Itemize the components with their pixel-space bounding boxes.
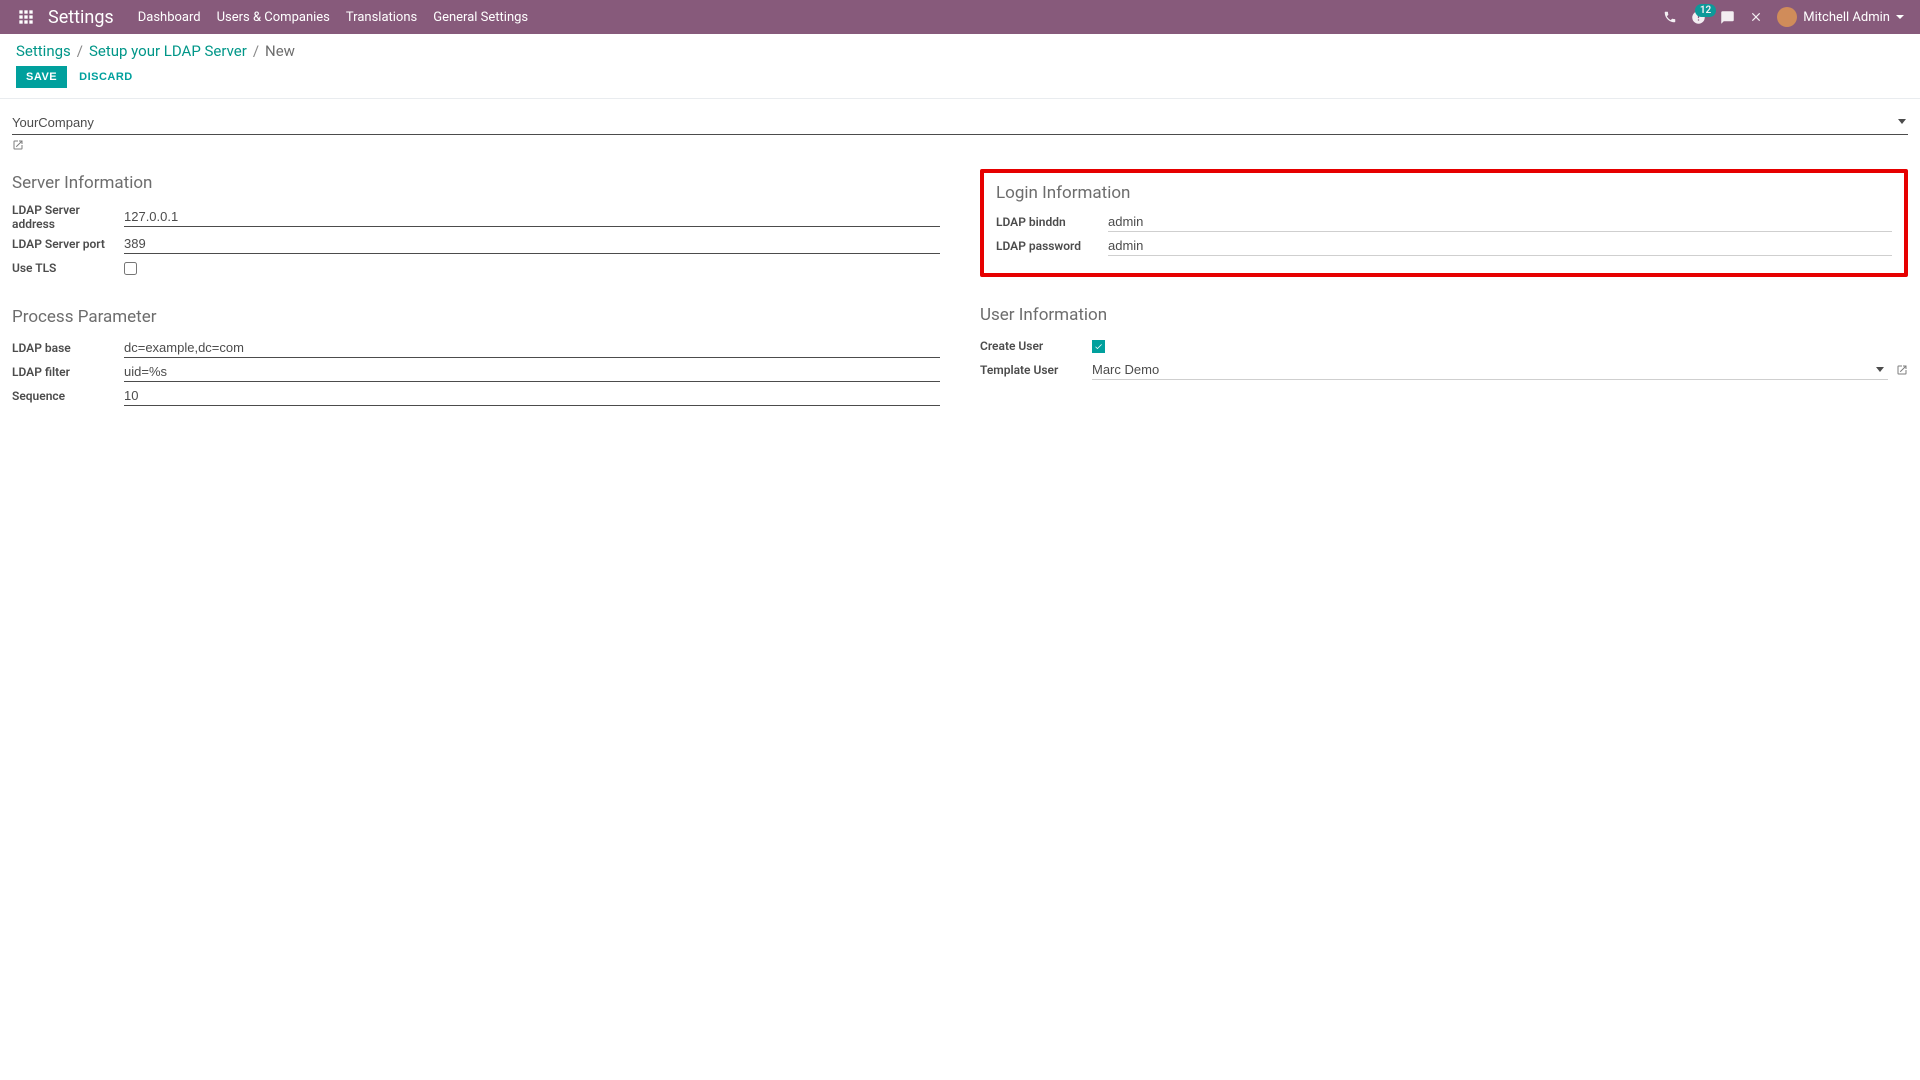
avatar-icon (1777, 7, 1797, 27)
breadcrumb-root[interactable]: Settings (16, 42, 71, 60)
external-link-icon[interactable] (12, 139, 24, 151)
input-ldap-address[interactable] (124, 207, 940, 227)
apps-icon[interactable] (16, 7, 36, 27)
nav-menu: Dashboard Users & Companies Translations… (138, 10, 528, 25)
input-ldap-base[interactable] (124, 338, 940, 358)
input-sequence[interactable] (124, 386, 940, 406)
checkbox-use-tls[interactable] (124, 262, 137, 275)
section-server-info: Server Information (12, 173, 940, 193)
top-navbar: Settings Dashboard Users & Companies Tra… (0, 0, 1920, 34)
action-buttons: SAVE DISCARD (16, 66, 1904, 88)
nav-right: 12 Mitchell Admin (1663, 7, 1904, 27)
nav-item-dashboard[interactable]: Dashboard (138, 10, 201, 25)
label-ldap-filter: LDAP filter (12, 365, 124, 379)
input-ldap-port[interactable] (124, 234, 940, 254)
chevron-down-icon[interactable] (1898, 119, 1906, 124)
right-column: Login Information LDAP binddn LDAP passw… (980, 173, 1908, 409)
section-process-param: Process Parameter (12, 307, 940, 327)
label-ldap-address: LDAP Server address (12, 203, 124, 231)
activities-badge: 12 (1695, 4, 1716, 17)
company-field (12, 115, 1908, 135)
label-template-user: Template User (980, 363, 1092, 377)
section-user-info: User Information (980, 305, 1908, 325)
input-ldap-filter[interactable] (124, 362, 940, 382)
app-title: Settings (48, 7, 114, 28)
breadcrumb-sep: / (77, 42, 83, 60)
discard-button[interactable]: DISCARD (75, 66, 137, 88)
login-info-highlight: Login Information LDAP binddn LDAP passw… (980, 169, 1908, 277)
control-panel: Settings / Setup your LDAP Server / New … (0, 34, 1920, 99)
user-name: Mitchell Admin (1803, 10, 1890, 25)
breadcrumb-current: New (265, 42, 295, 60)
label-create-user: Create User (980, 339, 1092, 353)
breadcrumb-sep: / (253, 42, 259, 60)
label-ldap-base: LDAP base (12, 341, 124, 355)
nav-item-users-companies[interactable]: Users & Companies (217, 10, 330, 25)
left-column: Server Information LDAP Server address L… (12, 173, 940, 409)
nav-item-translations[interactable]: Translations (346, 10, 417, 25)
conversations-icon[interactable] (1720, 10, 1735, 25)
label-sequence: Sequence (12, 389, 124, 403)
company-input[interactable] (12, 115, 1908, 130)
user-menu[interactable]: Mitchell Admin (1777, 7, 1904, 27)
chevron-down-icon[interactable] (1876, 367, 1884, 372)
input-ldap-binddn[interactable] (1108, 212, 1892, 232)
label-use-tls: Use TLS (12, 261, 124, 275)
checkbox-create-user[interactable] (1092, 340, 1105, 353)
save-button[interactable]: SAVE (16, 66, 67, 88)
input-ldap-password[interactable] (1108, 236, 1892, 256)
label-ldap-binddn: LDAP binddn (996, 215, 1108, 229)
close-icon[interactable] (1749, 10, 1763, 24)
activities-icon[interactable]: 12 (1691, 10, 1706, 25)
label-ldap-port: LDAP Server port (12, 237, 124, 251)
label-ldap-password: LDAP password (996, 239, 1108, 253)
input-template-user[interactable] (1092, 360, 1876, 379)
breadcrumb: Settings / Setup your LDAP Server / New (16, 42, 1904, 60)
phone-icon[interactable] (1663, 10, 1677, 24)
nav-item-general-settings[interactable]: General Settings (433, 10, 528, 25)
section-login-info: Login Information (996, 183, 1892, 203)
breadcrumb-mid[interactable]: Setup your LDAP Server (89, 42, 247, 60)
external-link-icon[interactable] (1896, 364, 1908, 376)
form-sheet: Server Information LDAP Server address L… (0, 99, 1920, 425)
chevron-down-icon (1896, 15, 1904, 19)
